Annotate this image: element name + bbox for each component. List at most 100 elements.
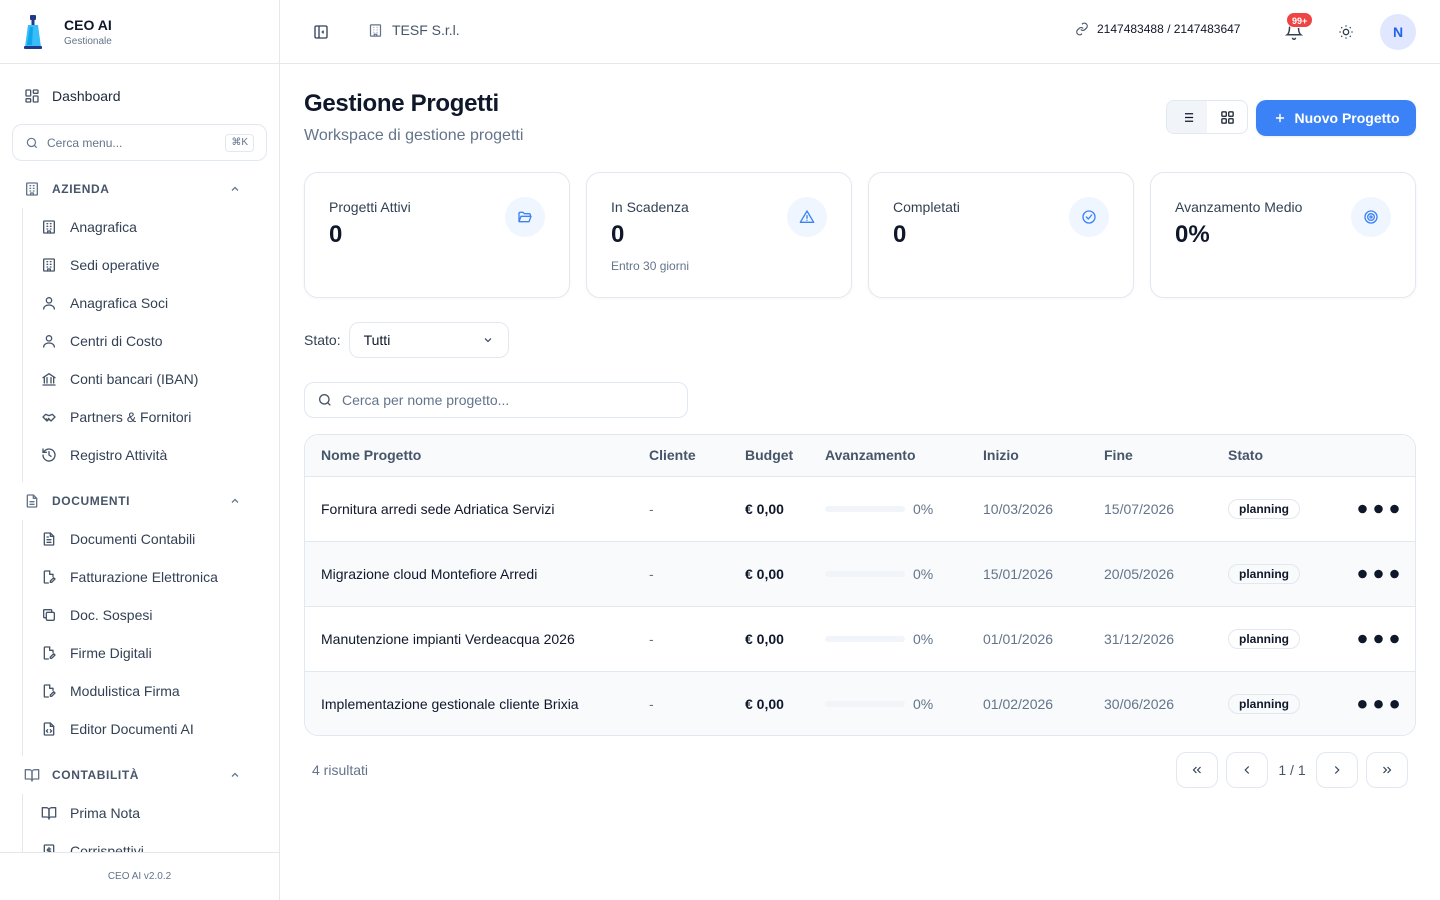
stat-note: Entro 30 giorni <box>611 259 690 273</box>
project-name[interactable]: Migrazione cloud Montefiore Arredi <box>305 541 649 607</box>
column-header-actions <box>1340 435 1415 477</box>
sidebar-section-0[interactable]: AZIENDA <box>0 170 279 208</box>
column-header: Avanzamento <box>825 435 983 477</box>
next-page-button[interactable] <box>1316 752 1358 788</box>
project-client: - <box>649 541 745 607</box>
sidebar-item-label: Firme Digitali <box>70 645 152 661</box>
project-end: 30/06/2026 <box>1104 671 1228 735</box>
stat-icon-wrap <box>1069 197 1109 237</box>
menu-search[interactable]: ⌘K <box>12 124 267 161</box>
list-view-button[interactable] <box>1167 101 1207 133</box>
sidebar-item[interactable]: Fatturazione Elettronica <box>23 558 279 596</box>
sidebar-item[interactable]: Anagrafica Soci <box>23 284 279 322</box>
list-icon <box>1180 110 1195 125</box>
chevron-up-icon <box>229 183 241 195</box>
new-project-label: Nuovo Progetto <box>1294 110 1400 126</box>
more-horizontal-icon[interactable] <box>1340 672 1415 736</box>
copy-icon <box>41 607 57 623</box>
project-client: - <box>649 606 745 672</box>
more-horizontal-icon[interactable] <box>1340 607 1415 671</box>
sidebar-menu[interactable]: AZIENDA Anagrafica Sedi operative Anagrafic… <box>0 170 279 852</box>
project-progress: 0% <box>825 671 983 735</box>
project-name[interactable]: Implementazione gestionale cliente Brixi… <box>305 671 649 735</box>
first-page-button[interactable] <box>1176 752 1218 788</box>
last-page-button[interactable] <box>1366 752 1408 788</box>
file-icon <box>24 493 40 509</box>
sidebar-item[interactable]: Documenti Contabili <box>23 520 279 558</box>
chevron-left-icon <box>1240 763 1254 777</box>
chevron-down-icon <box>482 334 494 346</box>
brand[interactable]: CEO AI Gestionale <box>0 0 279 64</box>
sidebar-item[interactable]: Conti bancari (IBAN) <box>23 360 279 398</box>
more-horizontal-icon[interactable] <box>1340 542 1415 606</box>
table-row[interactable]: Implementazione gestionale cliente Brixi… <box>305 671 1415 736</box>
stat-card: Progetti Attivi 0 <box>304 172 570 298</box>
table-row[interactable]: Fornitura arredi sede Adriatica Servizi -… <box>305 476 1415 542</box>
sidebar-item[interactable]: Firme Digitali <box>23 634 279 672</box>
sidebar-item[interactable]: Prima Nota <box>23 794 279 832</box>
project-search-input[interactable] <box>342 392 662 408</box>
sidebar-item-label: Conti bancari (IBAN) <box>70 371 199 387</box>
sidebar-item[interactable]: Doc. Sospesi <box>23 596 279 634</box>
sidebar-item-label: Editor Documenti AI <box>70 721 194 737</box>
project-start: 15/01/2026 <box>983 541 1104 607</box>
status-select[interactable]: Tutti <box>348 322 509 358</box>
sidebar-section-items: Prima Nota Corrispettivi <box>22 794 279 852</box>
project-end: 31/12/2026 <box>1104 606 1228 672</box>
project-budget: € 0,00 <box>745 671 825 735</box>
column-header: Fine <box>1104 435 1228 477</box>
avatar[interactable]: N <box>1380 14 1416 50</box>
company-name: TESF S.r.l. <box>392 22 460 38</box>
sidebar-item[interactable]: Anagrafica <box>23 208 279 246</box>
project-budget: € 0,00 <box>745 606 825 672</box>
building-icon <box>41 219 57 235</box>
sidebar-section-items: Documenti Contabili Fatturazione Elettron… <box>22 520 279 756</box>
project-search[interactable] <box>304 382 688 418</box>
project-end: 15/07/2026 <box>1104 476 1228 542</box>
new-project-button[interactable]: Nuovo Progetto <box>1256 100 1416 136</box>
row-actions-cell <box>1340 606 1415 672</box>
project-start: 01/02/2026 <box>983 671 1104 735</box>
search-shortcut: ⌘K <box>225 134 254 152</box>
user-icon <box>41 333 57 349</box>
sidebar-item[interactable]: Partners & Fornitori <box>23 398 279 436</box>
menu-search-input[interactable] <box>47 135 207 150</box>
search-icon <box>317 392 333 408</box>
more-horizontal-icon[interactable] <box>1340 477 1415 541</box>
sidebar-item[interactable]: Modulistica Firma <box>23 672 279 710</box>
sidebar-item[interactable]: Corrispettivi <box>23 832 279 852</box>
sidebar-toggle-icon[interactable] <box>313 24 329 40</box>
project-name[interactable]: Fornitura arredi sede Adriatica Servizi <box>305 476 649 542</box>
sidebar-item[interactable]: Sedi operative <box>23 246 279 284</box>
sidebar-item[interactable]: Centri di Costo <box>23 322 279 360</box>
chevron-up-icon <box>229 495 241 507</box>
history-icon <box>41 447 57 463</box>
prev-page-button[interactable] <box>1226 752 1268 788</box>
sidebar: CEO AI Gestionale Dashboard ⌘K AZIENDA An… <box>0 0 280 900</box>
progress-label: 0% <box>913 695 934 712</box>
building-icon <box>368 23 383 38</box>
stat-icon-wrap <box>1351 197 1391 237</box>
target-icon <box>1363 209 1379 225</box>
sidebar-item-label: Registro Attività <box>70 447 168 463</box>
stat-icon-wrap <box>787 197 827 237</box>
table-row[interactable]: Manutenzione impianti Verdeacqua 2026- € … <box>305 606 1415 672</box>
sidebar-section-1[interactable]: DOCUMENTI <box>0 482 279 520</box>
grid-view-button[interactable] <box>1207 101 1247 133</box>
sidebar-item-label: Modulistica Firma <box>70 683 180 699</box>
table-row[interactable]: Migrazione cloud Montefiore Arredi - € 0,0… <box>305 541 1415 607</box>
company-selector[interactable]: TESF S.r.l. <box>368 22 460 38</box>
sidebar-item-label: Documenti Contabili <box>70 531 196 547</box>
sidebar-item[interactable]: Registro Attività <box>23 436 279 474</box>
sun-icon[interactable] <box>1338 24 1354 40</box>
alert-triangle-icon <box>799 209 815 225</box>
sidebar-section-2[interactable]: CONTABILITÀ <box>0 756 279 794</box>
sidebar-item[interactable]: Editor Documenti AI <box>23 710 279 748</box>
user-icon <box>41 295 57 311</box>
project-status-cell: planning <box>1228 606 1340 672</box>
stat-card: Avanzamento Medio 0% <box>1150 172 1416 298</box>
project-name[interactable]: Manutenzione impianti Verdeacqua 2026 <box>305 606 649 672</box>
sidebar-item-label: Partners & Fornitori <box>70 409 192 425</box>
sidebar-item-dashboard[interactable]: Dashboard <box>12 80 268 112</box>
app-logo-icon <box>24 14 42 49</box>
